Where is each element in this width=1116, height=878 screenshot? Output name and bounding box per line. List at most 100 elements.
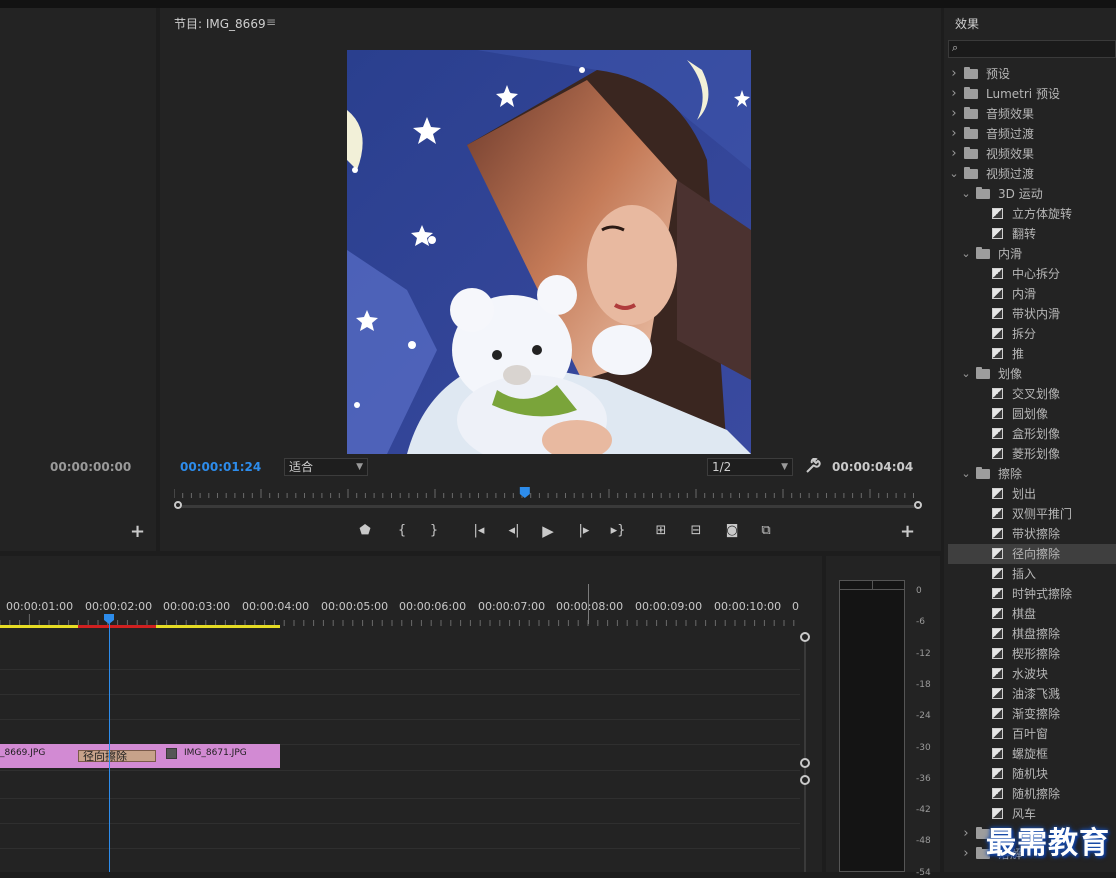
- effects-transition-row[interactable]: 立方体旋转: [948, 204, 1116, 224]
- effects-row-label: 内滑: [1012, 287, 1037, 301]
- effects-folder-row[interactable]: ⌄ 内滑: [948, 244, 1116, 264]
- chevron-down-icon[interactable]: ⌄: [961, 364, 971, 384]
- chevron-down-icon[interactable]: ⌄: [949, 164, 959, 184]
- transition-icon: [992, 268, 1003, 279]
- panel-menu-icon[interactable]: ≡: [266, 15, 276, 29]
- effects-folder-row[interactable]: › 音频效果: [948, 104, 1116, 124]
- effects-folder-row[interactable]: ⌄ 3D 运动: [948, 184, 1116, 204]
- scroll-handle-left[interactable]: [174, 501, 182, 509]
- effects-transition-row[interactable]: 插入: [948, 564, 1116, 584]
- transition-icon: [992, 728, 1003, 739]
- effects-transition-row[interactable]: 螺旋框: [948, 744, 1116, 764]
- effects-row-label: 视频过渡: [986, 167, 1035, 181]
- effects-transition-row[interactable]: 划出: [948, 484, 1116, 504]
- effects-transition-row[interactable]: 交叉划像: [948, 384, 1116, 404]
- effects-folder-row[interactable]: ⌄ 擦除: [948, 464, 1116, 484]
- comparison-view-icon[interactable]: ⧉: [756, 522, 776, 540]
- chevron-right-icon[interactable]: ›: [961, 824, 971, 844]
- lift-icon[interactable]: ⊞: [651, 522, 671, 540]
- clip-a-label: _8669.JPG: [0, 748, 46, 758]
- effects-transition-row[interactable]: 水波块: [948, 664, 1116, 684]
- effects-row-label: 随机擦除: [1012, 787, 1061, 801]
- track-divider: [0, 798, 800, 799]
- chevron-down-icon[interactable]: ⌄: [961, 184, 971, 204]
- vscroll-handle[interactable]: [800, 758, 810, 768]
- effects-transition-row[interactable]: 盒形划像: [948, 424, 1116, 444]
- effects-folder-row[interactable]: ⌄ 划像: [948, 364, 1116, 384]
- go-to-out-icon[interactable]: ▸}: [608, 522, 628, 540]
- folder-icon: [976, 247, 990, 259]
- effects-folder-row[interactable]: › Lumetri 预设: [948, 84, 1116, 104]
- effects-row-label: 时钟式擦除: [1012, 587, 1073, 601]
- effects-row-label: 螺旋框: [1012, 747, 1049, 761]
- mark-in-icon[interactable]: {: [392, 522, 412, 540]
- resolution-dropdown[interactable]: 1/2 ▼: [707, 458, 793, 476]
- effects-folder-row[interactable]: › 视频效果: [948, 144, 1116, 164]
- effects-transition-row[interactable]: 百叶窗: [948, 724, 1116, 744]
- effects-transition-row[interactable]: 双侧平推门: [948, 504, 1116, 524]
- source-add-button[interactable]: +: [130, 523, 145, 541]
- effects-transition-row[interactable]: 随机擦除: [948, 784, 1116, 804]
- effects-transition-row[interactable]: 棋盘擦除: [948, 624, 1116, 644]
- effects-row-label: 音频效果: [986, 107, 1035, 121]
- chevron-right-icon[interactable]: ›: [949, 64, 959, 84]
- zoom-value: 适合: [289, 460, 314, 474]
- program-monitor-panel: 节目: IMG_8669 ≡ 00:00:01:24 适合 ▼ 1/2 ▼ 00…: [160, 8, 941, 551]
- effects-transition-row[interactable]: 带状擦除: [948, 524, 1116, 544]
- transition-clip[interactable]: 径向擦除: [78, 750, 156, 762]
- zoom-scroll-bar[interactable]: [174, 500, 926, 512]
- chevron-right-icon[interactable]: ›: [949, 144, 959, 164]
- source-timecode[interactable]: 00:00:00:00: [50, 460, 131, 474]
- program-current-timecode[interactable]: 00:00:01:24: [180, 460, 261, 474]
- zoom-dropdown[interactable]: 适合 ▼: [284, 458, 368, 476]
- scroll-handle-right[interactable]: [914, 501, 922, 509]
- wrench-icon[interactable]: [805, 457, 821, 477]
- track-divider: [0, 694, 800, 695]
- chevron-down-icon: ▼: [356, 462, 363, 472]
- effects-transition-row[interactable]: 中心拆分: [948, 264, 1116, 284]
- chevron-right-icon[interactable]: ›: [949, 84, 959, 104]
- effects-transition-row[interactable]: 棋盘: [948, 604, 1116, 624]
- effects-title[interactable]: 效果: [955, 15, 979, 32]
- chevron-down-icon[interactable]: ⌄: [961, 244, 971, 264]
- chevron-right-icon[interactable]: ›: [949, 104, 959, 124]
- effects-transition-row[interactable]: 菱形划像: [948, 444, 1116, 464]
- add-marker-icon[interactable]: ⬟: [355, 522, 375, 540]
- effects-transition-row[interactable]: 内滑: [948, 284, 1116, 304]
- vscroll-handle[interactable]: [800, 775, 810, 785]
- step-back-icon[interactable]: ◂|: [504, 522, 524, 540]
- effects-transition-row[interactable]: 随机块: [948, 764, 1116, 784]
- effects-search-field[interactable]: ⌕: [948, 40, 1116, 58]
- effects-transition-row[interactable]: 楔形擦除: [948, 644, 1116, 664]
- export-frame-icon[interactable]: ◙: [722, 522, 742, 540]
- step-forward-icon[interactable]: |▸: [574, 522, 594, 540]
- transition-icon: [992, 488, 1003, 499]
- extract-icon[interactable]: ⊟: [686, 522, 706, 540]
- effects-folder-row[interactable]: ⌄ 视频过渡: [948, 164, 1116, 184]
- effects-transition-row[interactable]: 渐变擦除: [948, 704, 1116, 724]
- go-to-in-icon[interactable]: |◂: [469, 522, 489, 540]
- program-video-frame[interactable]: [347, 50, 751, 454]
- transition-icon: [992, 428, 1003, 439]
- vscroll-handle-top[interactable]: [800, 632, 810, 642]
- folder-icon: [964, 167, 978, 179]
- effects-transition-row[interactable]: 油漆飞溅: [948, 684, 1116, 704]
- effects-transition-row[interactable]: 翻转: [948, 224, 1116, 244]
- video-clip-track[interactable]: _8669.JPG 径向擦除 IMG_8671.JPG: [0, 744, 280, 768]
- effects-transition-row[interactable]: 带状内滑: [948, 304, 1116, 324]
- chevron-down-icon[interactable]: ⌄: [961, 464, 971, 484]
- program-add-button[interactable]: +: [900, 523, 915, 541]
- effects-transition-row[interactable]: 径向擦除: [948, 544, 1116, 564]
- effects-folder-row[interactable]: › 预设: [948, 64, 1116, 84]
- meter-split: [872, 581, 873, 589]
- chevron-right-icon[interactable]: ›: [949, 124, 959, 144]
- effects-transition-row[interactable]: 推: [948, 344, 1116, 364]
- effects-transition-row[interactable]: 拆分: [948, 324, 1116, 344]
- effects-transition-row[interactable]: 时钟式擦除: [948, 584, 1116, 604]
- effects-transition-row[interactable]: 圆划像: [948, 404, 1116, 424]
- chevron-right-icon[interactable]: ›: [961, 844, 971, 864]
- effects-folder-row[interactable]: › 音频过渡: [948, 124, 1116, 144]
- mark-out-icon[interactable]: }: [424, 522, 444, 540]
- program-title[interactable]: 节目: IMG_8669: [174, 15, 266, 32]
- play-icon[interactable]: ▶: [538, 522, 558, 540]
